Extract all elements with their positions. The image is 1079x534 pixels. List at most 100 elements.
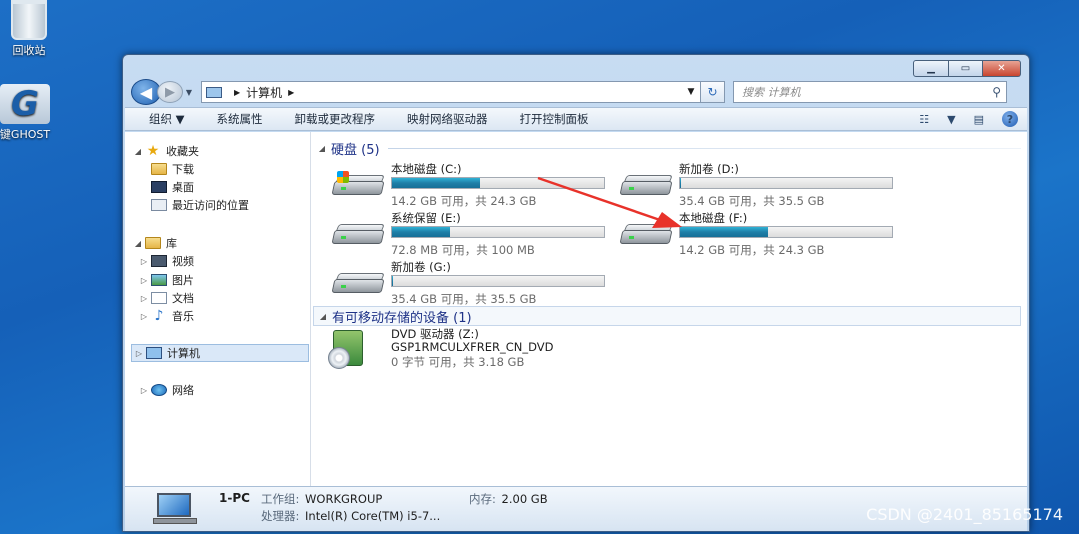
drive-name: 本地磁盘 (C:) bbox=[391, 162, 462, 176]
minimize-button[interactable]: ▁ bbox=[913, 60, 949, 77]
system-properties-button[interactable]: 系统属性 bbox=[201, 111, 279, 127]
nav-label: 图片 bbox=[172, 274, 194, 287]
expand-icon[interactable]: ▷ bbox=[137, 276, 151, 285]
nav-label: 收藏夹 bbox=[166, 145, 199, 158]
drive-name: 新加卷 (G:) bbox=[391, 260, 451, 274]
drive-usage-bar bbox=[679, 177, 893, 189]
drive-item-dvd[interactable]: DVD 驱动器 (Z:) GSP1RMCULXFRER_CN_DVD 0 字节 … bbox=[328, 326, 689, 376]
drive-usage-fill bbox=[680, 227, 769, 237]
recent-pages-dropdown[interactable]: ▼ bbox=[183, 88, 195, 97]
nav-label: 桌面 bbox=[172, 181, 194, 194]
hard-disk-icon bbox=[331, 273, 385, 295]
hard-disk-icon bbox=[619, 175, 673, 197]
nav-item-downloads[interactable]: 下载 bbox=[151, 160, 194, 178]
help-icon[interactable]: ? bbox=[1002, 111, 1018, 127]
close-button[interactable]: ✕ bbox=[983, 60, 1021, 77]
view-dropdown-icon[interactable]: ▼ bbox=[947, 113, 955, 126]
computer-icon bbox=[146, 347, 162, 359]
computer-icon bbox=[206, 86, 222, 98]
expand-icon[interactable]: ▷ bbox=[132, 349, 146, 358]
desktop-icon bbox=[151, 181, 167, 193]
star-icon: ★ bbox=[146, 143, 160, 159]
preview-pane-icon[interactable]: ▤ bbox=[974, 113, 984, 126]
nav-item-pictures[interactable]: ▷ 图片 bbox=[137, 271, 194, 289]
nav-label: 视频 bbox=[172, 255, 194, 268]
nav-label: 文档 bbox=[172, 292, 194, 305]
search-input[interactable]: 搜索 计算机 ⚲ bbox=[733, 81, 1007, 103]
group-header-removable[interactable]: ◢ 有可移动存储的设备 (1) bbox=[313, 306, 1021, 326]
drive-usage-fill bbox=[392, 227, 450, 237]
back-arrow-icon: ◀ bbox=[139, 82, 153, 102]
nav-item-videos[interactable]: ▷ 视频 bbox=[137, 252, 194, 270]
drive-name: 本地磁盘 (F:) bbox=[679, 211, 748, 225]
address-bar[interactable]: ▶ 计算机 ▶ ▼ bbox=[201, 81, 701, 103]
group-title: 硬盘 (5) bbox=[331, 142, 380, 158]
nav-item-documents[interactable]: ▷ 文档 bbox=[137, 289, 194, 307]
maximize-button[interactable]: ▭ bbox=[949, 60, 983, 77]
open-control-panel-button[interactable]: 打开控制面板 bbox=[504, 111, 605, 127]
nav-item-network[interactable]: ▷ 网络 bbox=[137, 381, 194, 399]
nav-label: 网络 bbox=[172, 384, 194, 397]
content-area: ◢ 硬盘 (5) 本地磁盘 (C:) 14.2 GB 可用，共 24.3 GB … bbox=[313, 132, 1027, 486]
cpu-label: 处理器: bbox=[261, 509, 300, 523]
drive-item-d[interactable]: 新加卷 (D:) 35.4 GB 可用，共 35.5 GB bbox=[617, 161, 897, 209]
workgroup-value: WORKGROUP bbox=[305, 492, 383, 506]
collapse-icon[interactable]: ◢ bbox=[131, 239, 145, 248]
drive-name: 新加卷 (D:) bbox=[679, 162, 739, 176]
picture-library-icon bbox=[151, 274, 167, 286]
drive-item-c[interactable]: 本地磁盘 (C:) 14.2 GB 可用，共 24.3 GB bbox=[329, 161, 609, 209]
cpu-info: 处理器: Intel(R) Core(TM) i5-7... bbox=[261, 508, 440, 524]
video-library-icon bbox=[151, 255, 167, 267]
drive-space-info: 35.4 GB 可用，共 35.5 GB bbox=[391, 292, 537, 306]
group-title: 有可移动存储的设备 (1) bbox=[332, 310, 472, 326]
breadcrumb-separator-icon[interactable]: ▶ bbox=[288, 88, 294, 97]
map-network-drive-button[interactable]: 映射网络驱动器 bbox=[391, 111, 504, 127]
libraries-icon bbox=[145, 237, 161, 249]
nav-item-computer[interactable]: ▷ 计算机 bbox=[131, 344, 309, 362]
ghost-app-icon: G bbox=[0, 84, 50, 124]
expand-icon[interactable]: ▷ bbox=[137, 294, 151, 303]
expand-icon[interactable]: ▷ bbox=[137, 386, 151, 395]
desktop-icon-ghost[interactable]: G 键GHOST bbox=[0, 84, 60, 142]
collapse-icon[interactable]: ◢ bbox=[313, 144, 331, 153]
drive-usage-bar bbox=[391, 275, 605, 287]
hard-disk-icon bbox=[331, 171, 385, 197]
organize-menu[interactable]: 组织 ▼ bbox=[125, 111, 201, 127]
nav-favorites[interactable]: ◢ ★ 收藏夹 bbox=[131, 142, 199, 160]
desktop-icon-recycle-bin[interactable]: 回收站 bbox=[0, 0, 64, 58]
collapse-icon[interactable]: ◢ bbox=[314, 312, 332, 321]
cpu-value: Intel(R) Core(TM) i5-7... bbox=[305, 509, 441, 523]
collapse-icon[interactable]: ◢ bbox=[131, 147, 145, 156]
drive-usage-bar bbox=[679, 226, 893, 238]
nav-label: 最近访问的位置 bbox=[172, 199, 249, 212]
memory-label: 内存: bbox=[469, 492, 496, 506]
expand-icon[interactable]: ▷ bbox=[137, 312, 151, 321]
dvd-drive-icon bbox=[328, 330, 363, 369]
hard-disk-icon bbox=[331, 224, 385, 246]
view-options-icon[interactable]: ☷ bbox=[919, 113, 929, 126]
recent-places-icon bbox=[151, 199, 167, 211]
dvd-volume-label: GSP1RMCULXFRER_CN_DVD bbox=[391, 340, 554, 354]
nav-item-music[interactable]: ▷ ♪ 音乐 bbox=[137, 307, 194, 325]
refresh-button[interactable]: ↻ bbox=[701, 81, 725, 103]
group-header-hard-disks[interactable]: ◢ 硬盘 (5) bbox=[313, 138, 1021, 158]
expand-icon[interactable]: ▷ bbox=[137, 257, 151, 266]
breadcrumb-computer[interactable]: 计算机 bbox=[246, 84, 282, 101]
drive-space-info: 14.2 GB 可用，共 24.3 GB bbox=[679, 243, 825, 257]
nav-item-desktop[interactable]: 桌面 bbox=[151, 178, 194, 196]
nav-libraries[interactable]: ◢ 库 bbox=[131, 234, 177, 252]
nav-item-recent-places[interactable]: 最近访问的位置 bbox=[151, 196, 249, 214]
drive-item-g[interactable]: 新加卷 (G:) 35.4 GB 可用，共 35.5 GB bbox=[329, 259, 609, 307]
memory-info: 内存: 2.00 GB bbox=[469, 491, 548, 507]
forward-button[interactable]: ▶ bbox=[157, 81, 183, 103]
drive-item-e[interactable]: 系统保留 (E:) 72.8 MB 可用，共 100 MB bbox=[329, 210, 609, 258]
nav-label: 计算机 bbox=[167, 347, 200, 360]
address-dropdown-icon[interactable]: ▼ bbox=[682, 87, 700, 97]
search-icon[interactable]: ⚲ bbox=[992, 85, 1001, 99]
computer-large-icon bbox=[153, 493, 199, 525]
drive-item-f[interactable]: 本地磁盘 (F:) 14.2 GB 可用，共 24.3 GB bbox=[617, 210, 897, 258]
breadcrumb-separator-icon[interactable]: ▶ bbox=[234, 88, 240, 97]
downloads-folder-icon bbox=[151, 163, 167, 175]
drive-usage-bar bbox=[391, 177, 605, 189]
uninstall-program-button[interactable]: 卸载或更改程序 bbox=[279, 111, 392, 127]
